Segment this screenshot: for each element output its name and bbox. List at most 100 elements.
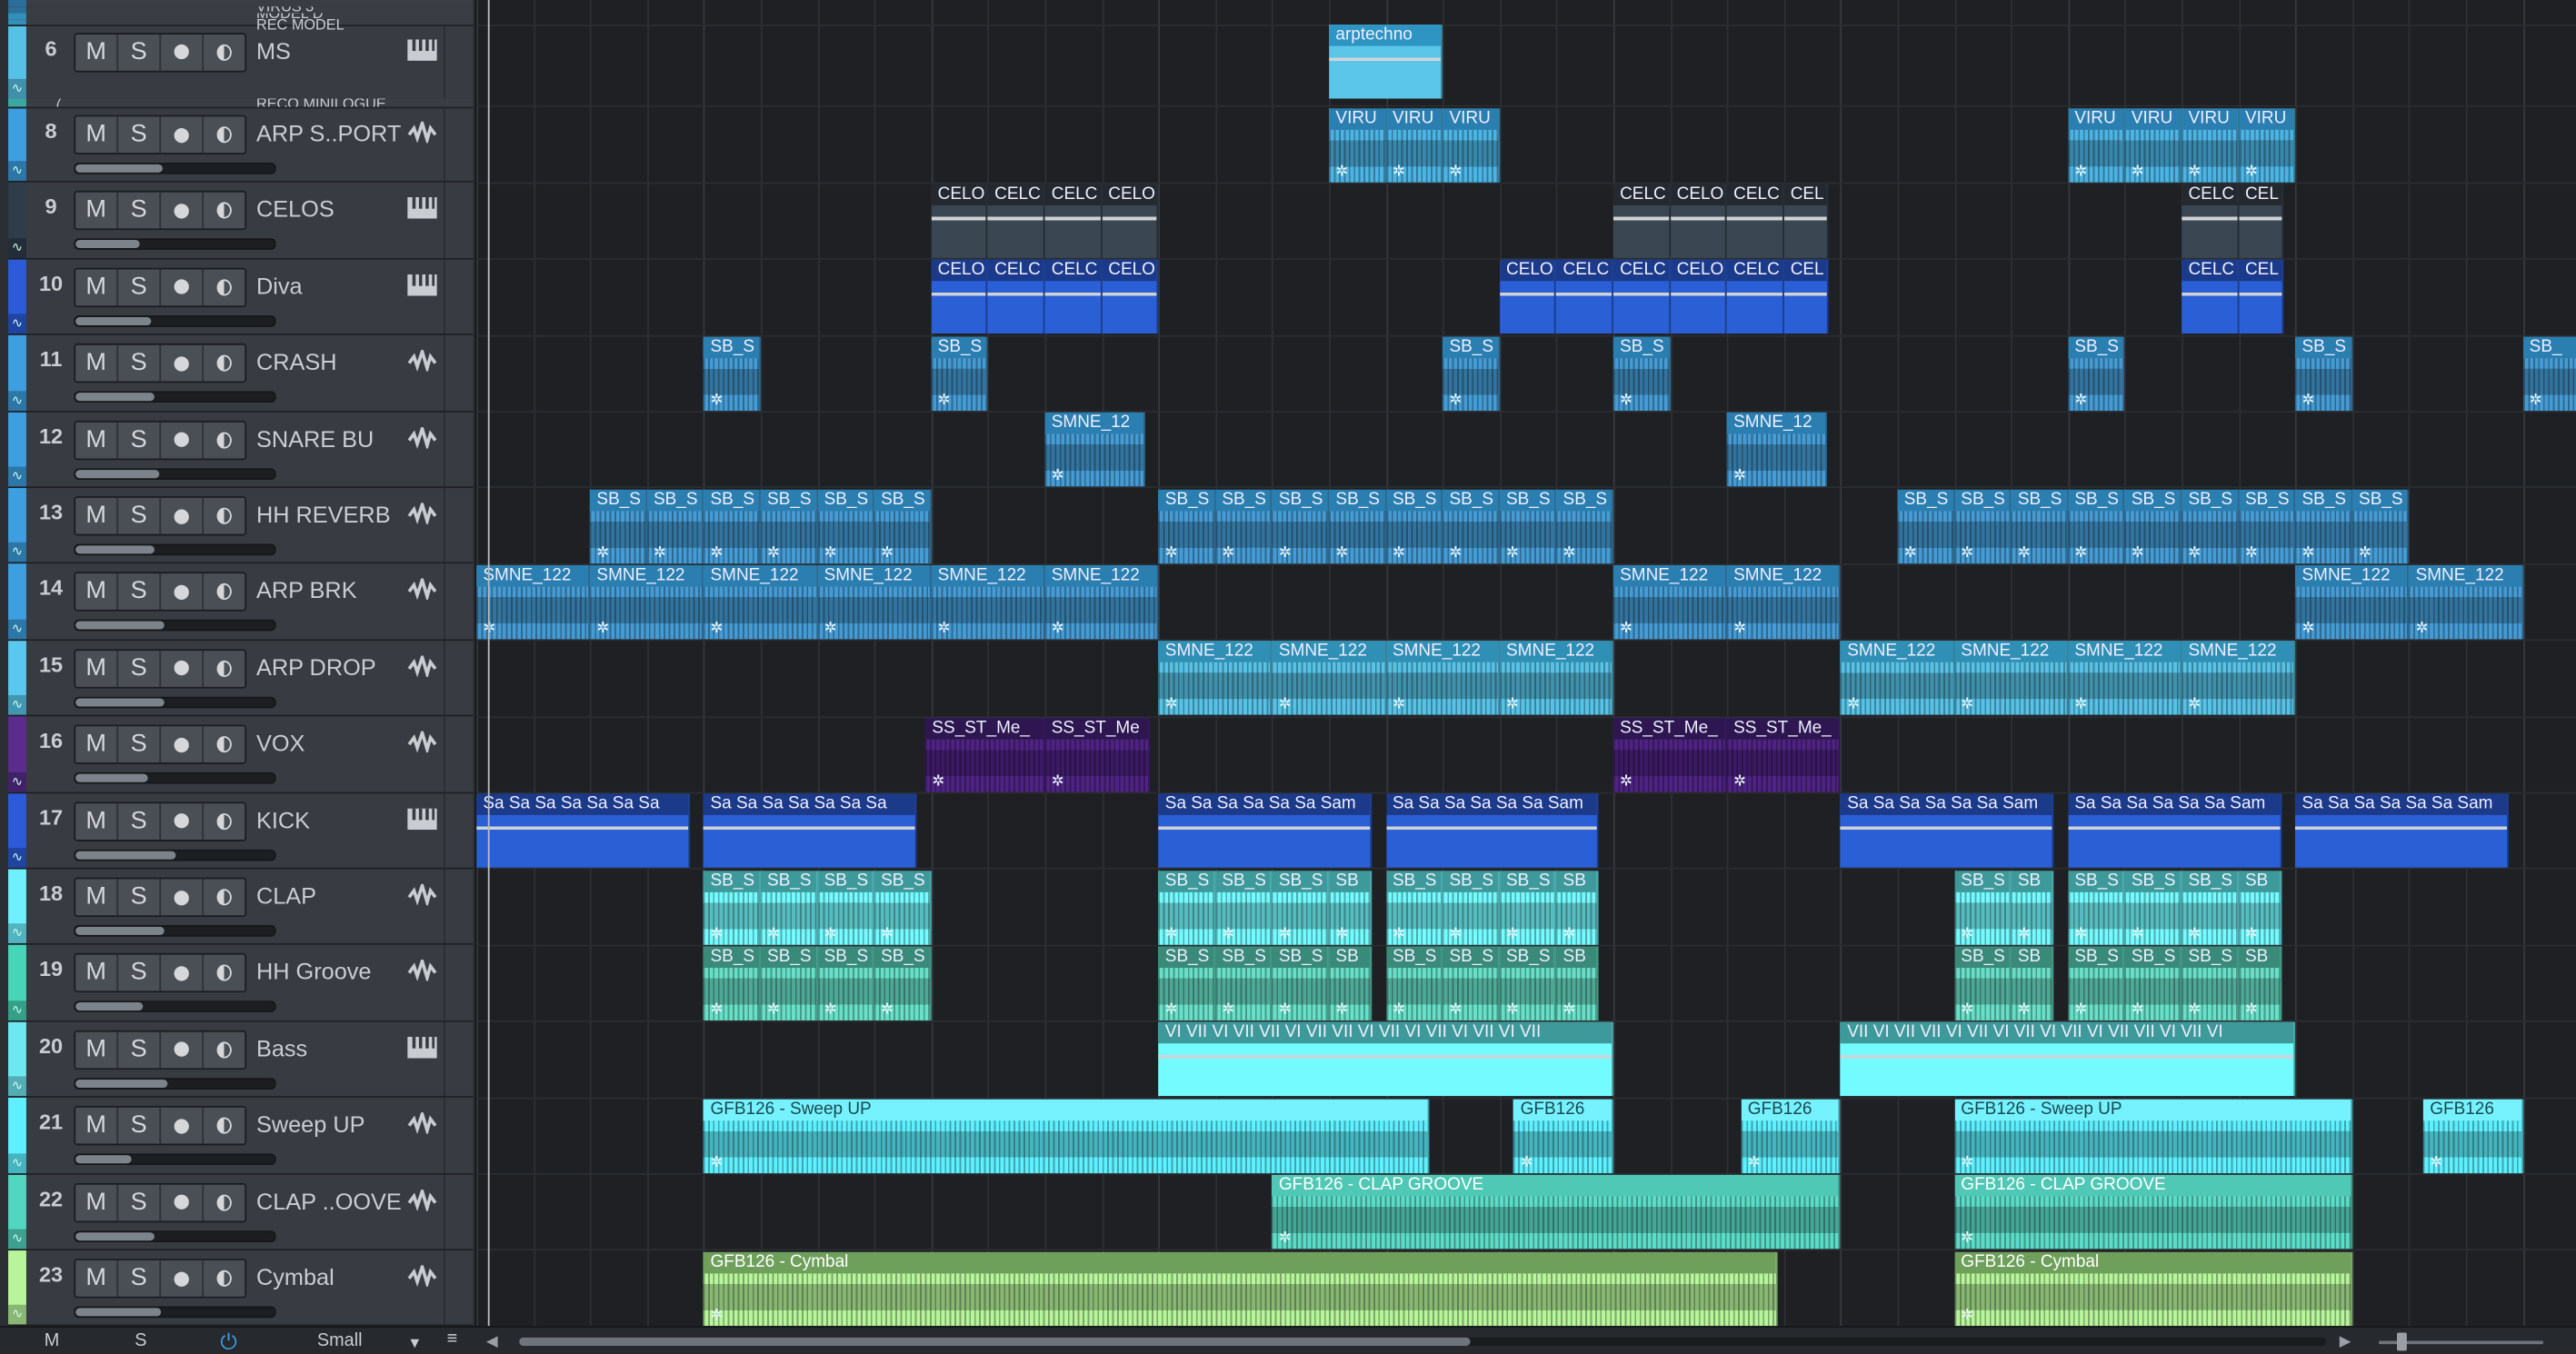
monitor-button[interactable] (204, 727, 245, 763)
track-name[interactable]: Cymbal (256, 1264, 334, 1290)
clip[interactable]: SB_S ✲ (1897, 488, 1955, 563)
solo-button[interactable]: S (118, 1259, 162, 1297)
record-arm-button[interactable] (161, 116, 205, 154)
mute-button[interactable]: M (75, 421, 119, 458)
gear-icon[interactable]: ✲ (1165, 543, 1178, 560)
monitor-button[interactable] (204, 574, 245, 611)
clip[interactable]: SB ✲ (2011, 946, 2054, 1020)
clip[interactable]: CELC (987, 184, 1045, 258)
gear-icon[interactable]: ✲ (2245, 543, 2258, 560)
gear-icon[interactable]: ✲ (2132, 924, 2144, 941)
gear-icon[interactable]: ✲ (2188, 924, 2201, 941)
mute-button[interactable]: M (75, 497, 119, 534)
clip[interactable]: CELC (1612, 260, 1671, 334)
clip[interactable]: SB_S ✲ (1499, 488, 1557, 563)
volume-fader[interactable] (74, 391, 276, 403)
clip[interactable]: SB_S ✲ (1954, 488, 2012, 563)
gear-icon[interactable]: ✲ (1279, 695, 1292, 712)
clip[interactable]: SB ✲ (1556, 870, 1600, 944)
monitor-button[interactable] (204, 1031, 245, 1068)
clip[interactable]: Sa Sa Sa Sa Sa Sa Sam (1840, 793, 2054, 868)
clip[interactable]: SMNE_122✲ (2182, 641, 2296, 716)
clip[interactable]: GFB126 - Sweep UP ✲ (704, 1099, 1429, 1173)
record-arm-button[interactable] (161, 650, 205, 687)
track-name[interactable]: HH Groove (256, 959, 372, 985)
gear-icon[interactable]: ✲ (1563, 924, 1576, 941)
clip[interactable]: SB_S ✲ (760, 946, 818, 1020)
gear-icon[interactable]: ✲ (1733, 467, 1746, 483)
volume-fader[interactable] (74, 1306, 276, 1319)
clip[interactable]: GFB126 - Cymbal ✲ (704, 1250, 1779, 1326)
mute-button[interactable]: M (75, 650, 119, 687)
clip[interactable]: SB_S ✲ (817, 870, 874, 944)
track-name[interactable]: SNARE BU (256, 425, 374, 452)
gear-icon[interactable]: ✲ (1733, 772, 1746, 788)
clip[interactable]: SMNE_122✲ (2068, 641, 2182, 716)
horizontal-scrollbar[interactable] (519, 1337, 2327, 1346)
clip[interactable]: SB_S ✲ (760, 870, 818, 944)
gear-icon[interactable]: ✲ (1393, 162, 1405, 178)
clip[interactable]: CELC (987, 260, 1045, 334)
gear-icon[interactable]: ✲ (2018, 924, 2031, 941)
clip[interactable]: SB_S ✲ (704, 870, 761, 944)
gear-icon[interactable]: ✲ (2245, 1001, 2258, 1017)
clip[interactable]: VIRU ✲ (1443, 107, 1500, 182)
gear-icon[interactable]: ✲ (1449, 391, 1462, 407)
clip[interactable]: GFB126 - Sweep UP ✲ (1954, 1099, 2352, 1173)
gear-icon[interactable]: ✲ (938, 620, 951, 636)
clip[interactable]: SMNE_122✲ (2295, 564, 2410, 640)
gear-icon[interactable]: ✲ (2074, 1001, 2087, 1017)
gear-icon[interactable]: ✲ (1393, 695, 1405, 712)
gear-icon[interactable]: ✲ (881, 1001, 894, 1017)
clip[interactable]: CELO (1102, 260, 1159, 334)
clip[interactable]: SB_S ✲ (1443, 870, 1500, 944)
clip[interactable]: SMNE_12 ✲ (1726, 413, 1827, 487)
clip[interactable]: VIRU ✲ (2068, 107, 2125, 182)
clip[interactable]: SB_S ✲ (1158, 488, 1216, 563)
clip[interactable]: VIRU ✲ (1329, 107, 1386, 182)
clip[interactable]: SB_S ✲ (2182, 870, 2239, 944)
clip[interactable]: CELO (931, 184, 988, 258)
clip[interactable]: SB_S ✲ (1215, 488, 1273, 563)
volume-fader[interactable] (74, 696, 276, 708)
scrollbar-thumb[interactable] (519, 1337, 1471, 1346)
solo-button[interactable]: S (118, 802, 162, 840)
gear-icon[interactable]: ✲ (824, 1001, 837, 1017)
automation-icon[interactable]: ∿ (8, 1000, 26, 1020)
gear-icon[interactable]: ✲ (1449, 543, 1462, 560)
clip[interactable]: SB_S ✲ (704, 336, 761, 411)
clip[interactable]: Sa Sa Sa Sa Sa Sa Sam (1385, 793, 1600, 868)
gear-icon[interactable]: ✲ (1449, 1001, 1462, 1017)
clip[interactable]: SB_S ✲ (1612, 336, 1671, 411)
monitor-button[interactable] (204, 1260, 245, 1297)
gear-icon[interactable]: ✲ (2245, 924, 2258, 941)
automation-icon[interactable]: ∿ (8, 1305, 26, 1326)
monitor-button[interactable] (204, 1108, 245, 1144)
clip[interactable]: SB_S ✲ (1556, 488, 1613, 563)
automation-icon[interactable]: ∿ (8, 1152, 26, 1173)
clip[interactable]: SB_S ✲ (1272, 488, 1330, 563)
monitor-button[interactable] (204, 498, 245, 534)
record-arm-button[interactable] (161, 1031, 205, 1068)
clip[interactable]: CELC (1726, 184, 1784, 258)
clip[interactable]: SMNE_122✲ (476, 564, 591, 640)
gear-icon[interactable]: ✲ (2132, 543, 2144, 560)
gear-icon[interactable]: ✲ (2018, 1001, 2031, 1017)
gear-icon[interactable]: ✲ (1052, 772, 1064, 788)
gear-icon[interactable]: ✲ (1961, 695, 1973, 712)
gear-icon[interactable]: ✲ (711, 1153, 724, 1170)
gear-icon[interactable]: ✲ (1393, 924, 1405, 941)
gear-icon[interactable]: ✲ (1335, 1001, 1348, 1017)
clip[interactable]: SB ✲ (2011, 870, 2054, 944)
gear-icon[interactable]: ✲ (596, 620, 609, 636)
gear-icon[interactable]: ✲ (2245, 162, 2258, 178)
gear-icon[interactable]: ✲ (711, 1306, 724, 1322)
clip[interactable]: SB_S ✲ (874, 870, 932, 944)
gear-icon[interactable]: ✲ (1165, 695, 1178, 712)
clip[interactable]: SB_S ✲ (760, 488, 818, 563)
clip[interactable]: SB_S ✲ (2295, 336, 2352, 411)
gear-icon[interactable]: ✲ (881, 543, 894, 560)
record-arm-button[interactable] (161, 497, 205, 534)
solo-button[interactable]: S (118, 1184, 162, 1220)
gear-icon[interactable]: ✲ (2074, 543, 2087, 560)
